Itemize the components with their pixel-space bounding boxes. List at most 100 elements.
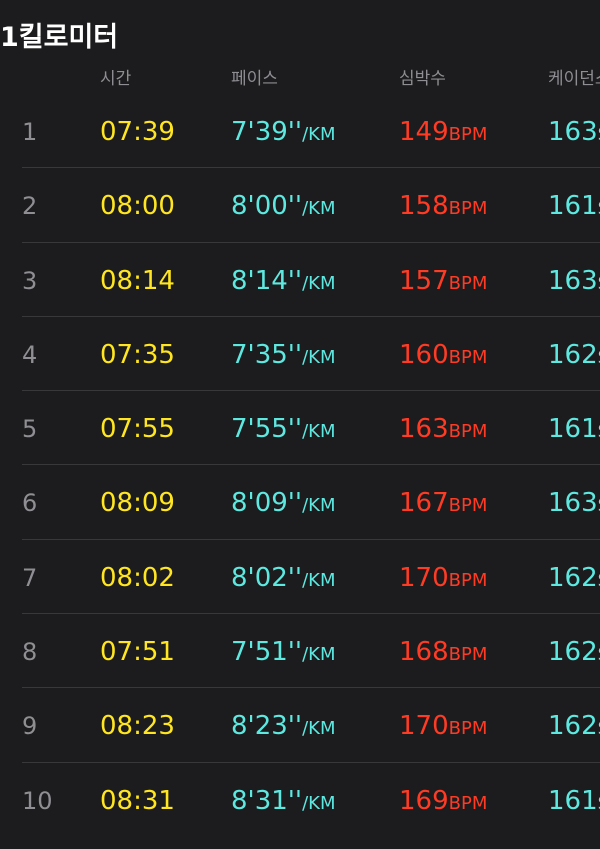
split-pace-unit: /KM (302, 495, 336, 517)
split-time: 08:31 (100, 785, 175, 817)
split-pace-value: 8'02'' (231, 562, 303, 593)
split-cadence-value: 162 (548, 562, 598, 593)
split-row: 2 08:00 8'00''/KM 158BPM 161SPM (0, 168, 600, 243)
split-index: 3 (22, 265, 37, 297)
split-index-value: 1 (22, 118, 38, 146)
split-index-value: 10 (22, 786, 53, 815)
split-cadence: 161SPM (548, 785, 600, 820)
split-heart-rate-value: 160 (399, 339, 449, 370)
split-pace-value: 8'31'' (231, 785, 303, 816)
split-index-value: 9 (22, 712, 38, 741)
split-heart-rate-value: 168 (399, 637, 449, 668)
split-heart-rate-unit: BPM (448, 792, 488, 814)
split-pace-value: 7'55'' (231, 414, 303, 445)
split-heart-rate: 149BPM (399, 116, 487, 151)
split-index: 8 (22, 636, 37, 668)
split-row: 7 08:02 8'02''/KM 170BPM 162SPM (0, 540, 600, 615)
split-pace-unit: /KM (302, 346, 336, 368)
split-cadence-value: 162 (548, 711, 598, 742)
split-index: 2 (22, 190, 37, 222)
split-row: 4 07:35 7'35''/KM 160BPM 162SPM (0, 317, 600, 392)
split-time-value: 08:14 (100, 265, 175, 296)
split-time-value: 08:02 (100, 562, 175, 593)
split-index-value: 6 (22, 489, 38, 518)
split-pace: 8'23''/KM (231, 710, 335, 745)
split-pace: 7'51''/KM (231, 636, 335, 671)
split-time-value: 07:51 (100, 637, 175, 668)
split-pace: 8'14''/KM (231, 265, 335, 300)
split-time: 08:14 (100, 265, 175, 297)
split-index: 4 (22, 339, 37, 371)
split-pace-value: 7'39'' (231, 117, 303, 147)
header-time: 시간 (100, 69, 132, 89)
split-index: 9 (22, 710, 37, 742)
split-heart-rate-unit: BPM (448, 346, 488, 368)
split-time-value: 08:00 (100, 191, 175, 222)
split-time-value: 08:31 (100, 785, 175, 816)
split-pace-unit: /KM (302, 718, 336, 740)
split-index-value: 3 (22, 266, 38, 295)
split-index: 5 (22, 413, 37, 445)
split-heart-rate-unit: BPM (448, 569, 488, 591)
split-pace: 8'31''/KM (231, 785, 335, 820)
split-heart-rate: 169BPM (399, 785, 487, 820)
split-pace-value: 8'14'' (231, 265, 303, 296)
split-heart-rate: 157BPM (399, 265, 487, 300)
split-cadence-value: 162 (548, 339, 598, 370)
split-heart-rate: 170BPM (399, 710, 487, 745)
split-row: 1 07:39 7'39''/KM 149BPM 163SPM (0, 94, 600, 169)
split-heart-rate: 168BPM (399, 636, 487, 671)
split-index: 7 (22, 562, 37, 594)
split-time: 08:00 (100, 190, 175, 222)
split-heart-rate: 158BPM (399, 190, 487, 225)
split-heart-rate-unit: BPM (448, 644, 488, 666)
split-heart-rate-unit: BPM (448, 272, 488, 294)
split-time: 08:23 (100, 710, 175, 742)
split-pace: 8'09''/KM (231, 487, 335, 522)
split-pace: 7'39''/KM (231, 116, 335, 151)
split-cadence: 161SPM (548, 190, 600, 225)
split-index: 6 (22, 487, 37, 519)
split-time: 08:09 (100, 487, 175, 519)
split-pace-value: 8'09'' (231, 488, 303, 519)
split-time-value: 07:35 (100, 339, 175, 370)
split-time: 07:55 (100, 413, 175, 445)
split-cadence: 161SPM (548, 413, 600, 448)
split-cadence: 163SPM (548, 265, 600, 300)
split-heart-rate-unit: BPM (448, 495, 488, 517)
split-cadence: 162SPM (548, 636, 600, 671)
split-index: 10 (22, 785, 53, 817)
split-pace: 7'35''/KM (231, 339, 335, 374)
split-heart-rate-value: 169 (399, 785, 449, 816)
header-cadence: 케이던스 (548, 69, 600, 89)
split-heart-rate-unit: BPM (448, 421, 488, 443)
split-pace-unit: /KM (302, 198, 336, 220)
split-heart-rate-value: 157 (399, 265, 449, 296)
split-time-value: 08:09 (100, 488, 175, 519)
split-pace-value: 8'00'' (231, 191, 303, 222)
split-time-value: 08:23 (100, 711, 175, 742)
split-cadence: 162SPM (548, 710, 600, 745)
split-cadence-value: 163 (548, 488, 598, 519)
split-time-value: 07:39 (100, 117, 175, 147)
split-row: 6 08:09 8'09''/KM 167BPM 163SPM (0, 465, 600, 540)
split-heart-rate-unit: BPM (448, 198, 488, 220)
split-cadence: 162SPM (548, 562, 600, 597)
split-pace-value: 8'23'' (231, 711, 303, 742)
split-index: 1 (22, 116, 37, 148)
split-cadence: 163SPM (548, 487, 600, 522)
splits-list: 107:397'39''/KM149BPM163SPM208:008'00''/… (0, 94, 600, 837)
split-index-value: 2 (22, 192, 38, 221)
split-row: 5 07:55 7'55''/KM 163BPM 161SPM (0, 391, 600, 466)
split-pace-unit: /KM (302, 272, 336, 294)
split-cadence-value: 161 (548, 785, 598, 816)
split-heart-rate-value: 167 (399, 488, 449, 519)
split-pace-unit: /KM (302, 421, 336, 443)
split-cadence: 162SPM (548, 339, 600, 374)
split-time: 07:39 (100, 116, 175, 148)
split-cadence-value: 163 (548, 265, 598, 296)
split-pace-unit: /KM (302, 124, 336, 145)
split-time: 07:51 (100, 636, 175, 668)
split-pace-unit: /KM (302, 792, 336, 814)
split-index-value: 5 (22, 415, 38, 444)
